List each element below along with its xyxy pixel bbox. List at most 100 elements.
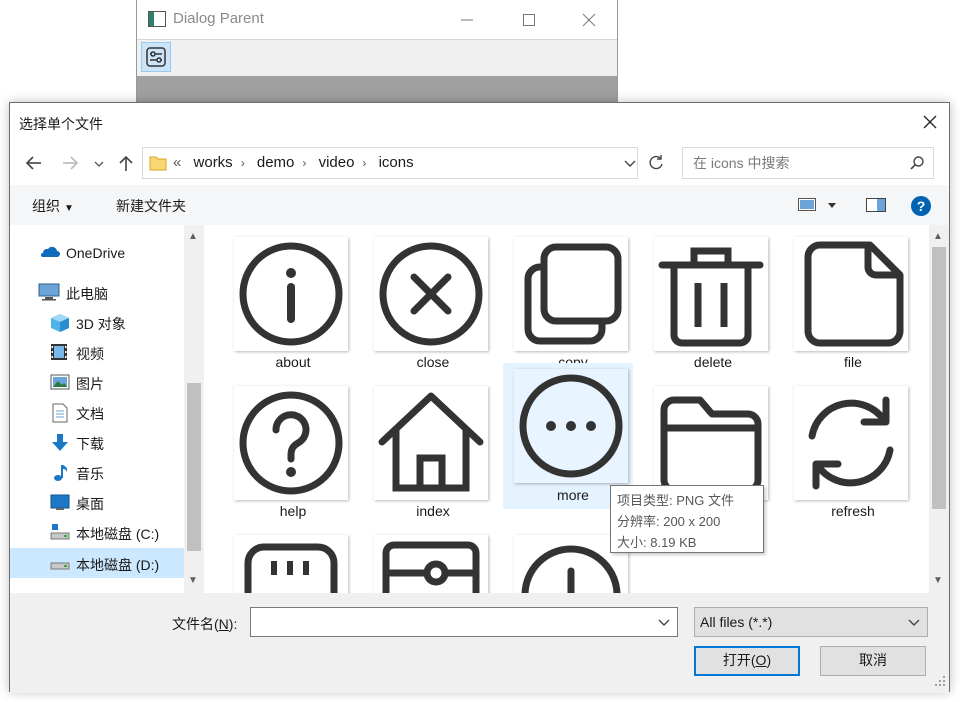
folder-icon [654,386,768,500]
resize-grip-icon[interactable] [934,674,946,690]
search-icon[interactable] [909,155,925,174]
navigation-pane: OneDrive 此电脑 3D 对象 视频 图片 文档 下载 音乐 桌面 本地磁… [10,225,204,593]
drive-c-icon [50,523,70,544]
refresh-icon[interactable] [646,153,666,173]
caret-down-icon: ▼ [64,203,74,214]
address-bar[interactable]: « works › demo › video › icons [142,147,638,179]
parent-titlebar: Dialog Parent [137,0,617,40]
chevron-down-icon[interactable] [907,616,921,633]
open-button[interactable]: 打开(O) [694,646,800,676]
sidebar-item-label: 视频 [76,346,104,362]
chevron-right-icon[interactable]: › [362,156,366,170]
file-item-delete[interactable]: delete [643,231,773,377]
drive-d-icon [50,555,70,576]
breadcrumb-works[interactable]: works [194,154,233,171]
sidebar-item-label: 图片 [76,376,104,392]
dialog-close-icon[interactable] [919,111,941,133]
file-list-scrollbar-thumb[interactable] [932,247,946,509]
file-item-close[interactable]: close [363,231,493,377]
sidebar-item-videos[interactable]: 视频 [10,338,184,366]
file-item-about[interactable]: about [223,231,353,377]
sd-card-icon [234,535,348,593]
breadcrumb-overflow[interactable]: « [173,154,181,171]
scroll-down-icon[interactable]: ▼ [188,575,198,586]
file-list-scrollbar[interactable]: ▲ ▼ [929,225,949,593]
scroll-up-icon[interactable]: ▲ [188,231,198,242]
file-item-save[interactable] [223,529,353,593]
sidebar-item-onedrive[interactable]: OneDrive [10,239,184,267]
copy-icon [514,237,628,351]
sidebar-item-music[interactable]: 音乐 [10,458,184,486]
file-type-select[interactable]: All files (*.*) [694,607,928,637]
address-dropdown-icon[interactable] [623,157,637,174]
dialog-footer: 文件名(N): All files (*.*) 打开(O) 取消 [10,593,949,693]
help-icon[interactable]: ? [910,195,932,220]
change-view-icon[interactable] [798,195,842,218]
sidebar-item-label: 文档 [76,406,104,422]
file-open-dialog: 选择单个文件 « works › demo › video › icons 在 … [9,102,950,693]
nav-pane-scrollbar[interactable]: ▲ ▼ [184,225,204,593]
tooltip-size: 大小: 8.19 KB [617,535,697,550]
more-icon [514,369,628,483]
3d-objects-icon [50,313,70,336]
video-icon [50,343,68,364]
help-icon [234,386,348,500]
trash-icon [654,237,768,351]
breadcrumb-demo[interactable]: demo [257,154,295,171]
settings-sliders-button[interactable] [141,42,171,72]
forward-arrow-icon[interactable] [60,153,80,173]
file-item-help[interactable]: help [223,380,353,526]
file-item-index[interactable]: index [363,380,493,526]
sidebar-item-drive-d[interactable]: 本地磁盘 (D:) [10,548,184,578]
organize-menu[interactable]: 组织 ▼ [32,196,74,216]
scroll-up-icon[interactable]: ▲ [933,231,943,242]
sidebar-item-label: 此电脑 [66,286,108,302]
maximize-icon[interactable] [517,8,541,32]
sidebar-item-downloads[interactable]: 下载 [10,428,184,456]
breadcrumb-video[interactable]: video [319,154,355,171]
sidebar-item-desktop[interactable]: 桌面 [10,488,184,516]
file-item-copy[interactable]: copy [503,231,633,377]
sidebar-item-drive-c[interactable]: 本地磁盘 (C:) [10,518,184,546]
recent-locations-chevron-icon[interactable] [92,153,106,173]
open-label-end: ) [766,652,772,668]
scroll-down-icon[interactable]: ▼ [933,575,943,586]
file-name: refresh [831,503,875,519]
chevron-down-icon[interactable] [657,616,671,633]
open-access-key: O [755,652,767,668]
command-bar: 组织 ▼ 新建文件夹 ? [10,185,949,225]
search-input[interactable] [691,153,891,173]
organize-label: 组织 [32,198,60,214]
up-arrow-icon[interactable] [116,153,136,173]
file-item-file[interactable]: file [783,231,913,377]
onedrive-icon [38,244,60,263]
parent-window: Dialog Parent [136,0,618,104]
folder-icon [149,154,167,175]
sidebar-item-this-pc[interactable]: 此电脑 [10,278,184,306]
sidebar-item-documents[interactable]: 文档 [10,398,184,426]
search-box[interactable] [682,147,934,179]
navigation-row: « works › demo › video › icons [10,143,949,183]
file-list: about close copy delete file help index … [204,225,929,593]
sidebar-item-label: 本地磁盘 (D:) [76,557,160,573]
chevron-right-icon[interactable]: › [302,156,306,170]
new-folder-button[interactable]: 新建文件夹 [116,196,186,216]
file-item-refresh[interactable]: refresh [783,380,913,526]
file-item-settings[interactable] [363,529,493,593]
nav-scrollbar-thumb[interactable] [187,383,201,551]
breadcrumb-icons[interactable]: icons [379,154,414,171]
sidebar-item-3d-objects[interactable]: 3D 对象 [10,308,184,336]
sidebar-item-pictures[interactable]: 图片 [10,368,184,396]
sidebar-item-label: 3D 对象 [76,316,126,332]
preview-pane-icon[interactable] [866,195,886,218]
filename-label-text: 文件名( [172,616,219,632]
parent-close-icon[interactable] [577,8,601,32]
parent-toolbar [137,40,617,76]
dialog-titlebar: 选择单个文件 [10,103,949,141]
back-arrow-icon[interactable] [24,153,44,173]
chevron-right-icon[interactable]: › [241,156,245,170]
cancel-button[interactable]: 取消 [820,646,926,676]
filename-combobox[interactable] [250,607,678,637]
dialog-title: 选择单个文件 [19,116,103,132]
minimize-icon[interactable] [455,8,479,32]
